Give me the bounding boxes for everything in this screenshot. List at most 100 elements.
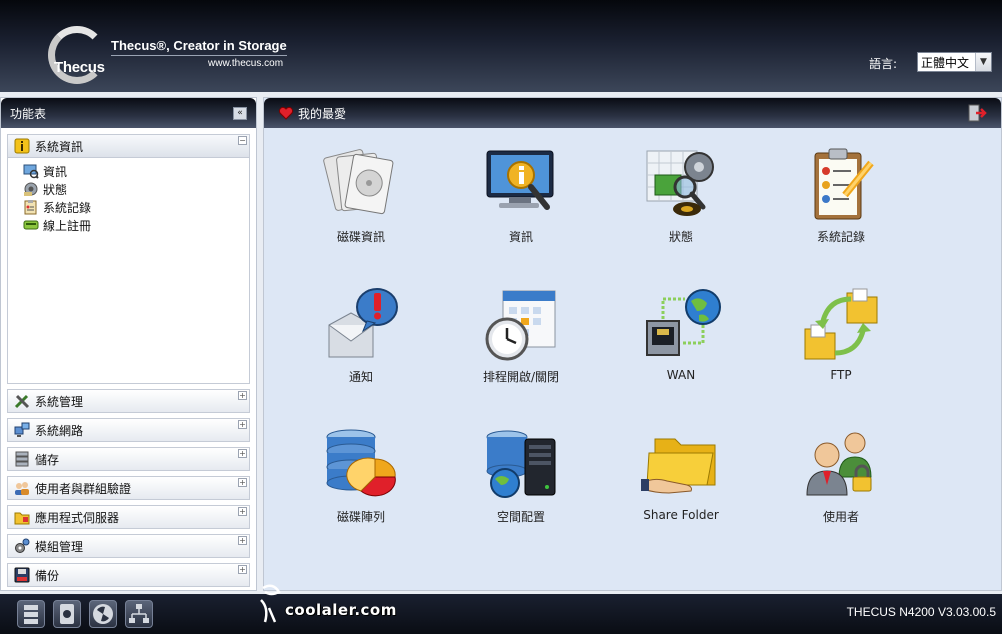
plus-icon[interactable]: +	[238, 420, 247, 429]
category-system-network[interactable]: 系統網路 +	[7, 418, 250, 442]
menu-item-status[interactable]: 狀態	[8, 180, 249, 198]
menu-panel: 功能表 « 系統資訊 − 資訊 狀態 系統記錄 線上註冊 系統管理 + 系統網路…	[0, 97, 257, 591]
app-wan[interactable]: WAN	[611, 285, 751, 395]
menu-tree: 系統資訊 − 資訊 狀態 系統記錄 線上註冊 系統管理 + 系統網路 + 儲存 …	[7, 134, 250, 588]
user-icon	[801, 425, 881, 505]
app-info[interactable]: 資訊	[451, 145, 591, 255]
minus-icon[interactable]: −	[238, 136, 247, 145]
tools-icon	[14, 393, 30, 409]
category-system-management[interactable]: 系統管理 +	[7, 389, 250, 413]
category-module-management[interactable]: 模組管理 +	[7, 534, 250, 558]
plus-icon[interactable]: +	[238, 478, 247, 487]
heart-icon	[278, 105, 294, 121]
app-label: Share Folder	[643, 508, 719, 522]
app-label: 空間配置	[496, 510, 545, 524]
watermark-text: coolaler.com	[285, 601, 397, 619]
category-label: 儲存	[35, 452, 60, 467]
disk-info-icon	[321, 145, 401, 225]
disk-icon[interactable]	[53, 600, 81, 628]
category-users-groups[interactable]: 使用者與群組驗證 +	[7, 476, 250, 500]
app-notification[interactable]: 通知	[291, 285, 431, 395]
app-label: 排程開啟/關閉	[482, 370, 560, 384]
ftp-icon	[801, 285, 881, 365]
network-topology-icon[interactable]	[125, 600, 153, 628]
menu-item-info[interactable]: 資訊	[8, 162, 249, 180]
app-space-allocation[interactable]: 空間配置	[451, 425, 591, 535]
footer-bar: coolaler.com THECUS N4200 V3.03.00.5	[0, 584, 1002, 634]
space-allocation-icon	[481, 425, 561, 505]
app-user[interactable]: 使用者	[771, 425, 911, 535]
language-select[interactable]: 正體中文 ▼	[917, 52, 992, 72]
app-ftp[interactable]: FTP	[771, 285, 911, 395]
category-label: 模組管理	[35, 539, 84, 554]
server-icon[interactable]	[17, 600, 45, 628]
plus-icon[interactable]: +	[238, 565, 247, 574]
schedule-icon	[481, 285, 561, 365]
favorites-panel: 我的最愛 磁碟資訊 資訊 狀態 系統記錄 通知 排程開啟/關閉 WAN FTP …	[263, 97, 1002, 591]
category-label: 系統資訊	[35, 139, 84, 154]
menu-item-log[interactable]: 系統記錄	[8, 198, 249, 216]
category-label: 備份	[35, 568, 60, 583]
app-label: 磁碟陣列	[336, 510, 385, 524]
info-icon	[14, 138, 30, 154]
menu-item-label: 線上註冊	[43, 218, 92, 233]
status-icon	[23, 181, 39, 197]
chevron-down-icon[interactable]: ▼	[975, 53, 991, 71]
app-status[interactable]: 狀態	[611, 145, 751, 255]
plus-icon[interactable]: +	[238, 449, 247, 458]
raid-icon	[321, 425, 401, 505]
app-label: 磁碟資訊	[336, 230, 385, 244]
collapse-icon[interactable]: «	[233, 107, 247, 120]
thecus-logo: Thecus	[26, 22, 108, 84]
category-app-server[interactable]: 應用程式伺服器 +	[7, 505, 250, 529]
logout-icon[interactable]	[967, 104, 987, 122]
app-label: 狀態	[668, 230, 693, 244]
category-label: 系統管理	[35, 394, 84, 409]
menu-item-register[interactable]: 線上註冊	[8, 216, 249, 234]
favorites-title: 我的最愛	[298, 106, 347, 121]
plus-icon[interactable]: +	[238, 536, 247, 545]
app-label: 資訊	[508, 230, 533, 244]
category-label: 使用者與群組驗證	[35, 481, 132, 496]
app-server-icon	[14, 509, 30, 525]
status-icon	[641, 145, 721, 225]
watermark-logo	[255, 578, 285, 628]
plus-icon[interactable]: +	[238, 391, 247, 400]
firmware-version: THECUS N4200 V3.03.00.5	[846, 605, 996, 619]
tagline-divider	[111, 55, 287, 56]
app-label: 系統記錄	[816, 230, 865, 244]
category-system-info[interactable]: 系統資訊 −	[7, 134, 250, 158]
menu-item-label: 資訊	[43, 164, 68, 179]
clipboard-log-icon	[801, 145, 881, 225]
log-icon	[23, 199, 39, 215]
app-system-log[interactable]: 系統記錄	[771, 145, 911, 255]
menu-item-label: 系統記錄	[43, 200, 92, 215]
share-folder-icon	[641, 425, 721, 505]
monitor-info-icon	[23, 163, 39, 179]
language-value: 正體中文	[921, 55, 970, 70]
menu-item-label: 狀態	[43, 182, 68, 197]
menu-panel-title: 功能表	[10, 106, 47, 121]
app-raid[interactable]: 磁碟陣列	[291, 425, 431, 535]
app-label: 使用者	[822, 510, 859, 524]
plus-icon[interactable]: +	[238, 507, 247, 516]
app-schedule-power[interactable]: 排程開啟/關閉	[451, 285, 591, 395]
storage-icon	[14, 451, 30, 467]
category-storage[interactable]: 儲存 +	[7, 447, 250, 471]
category-label: 應用程式伺服器	[35, 510, 120, 525]
monitor-info-icon	[481, 145, 561, 225]
category-label: 系統網路	[35, 423, 84, 438]
app-share-folder[interactable]: Share Folder	[611, 425, 751, 535]
website-text: www.thecus.com	[208, 58, 284, 69]
app-label: WAN	[666, 368, 696, 382]
module-icon	[14, 538, 30, 554]
network-icon	[14, 422, 30, 438]
app-label: 通知	[348, 370, 373, 384]
notification-icon	[321, 285, 401, 365]
backup-icon	[14, 567, 30, 583]
header: Thecus Thecus®, Creator in Storage www.t…	[0, 0, 1002, 92]
fan-icon[interactable]	[89, 600, 117, 628]
app-disk-info[interactable]: 磁碟資訊	[291, 145, 431, 255]
wan-icon	[641, 285, 721, 365]
category-backup[interactable]: 備份 +	[7, 563, 250, 587]
